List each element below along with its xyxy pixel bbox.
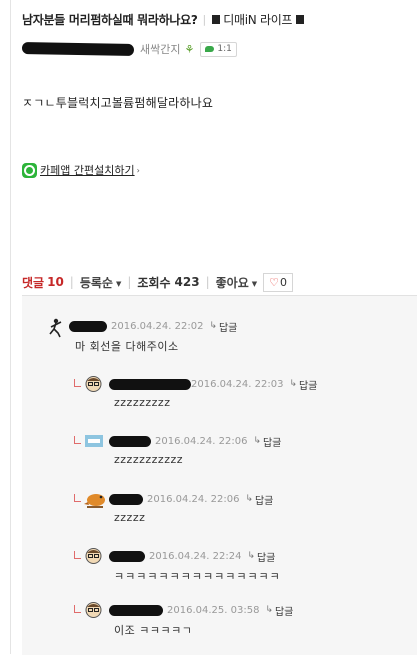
one-to-one-chat-button[interactable]: 1:1 <box>200 41 237 57</box>
comment-text: 마 회선을 다해주이소 <box>75 340 179 353</box>
like-button[interactable]: ♡ 0 <box>263 272 294 292</box>
like-dropdown[interactable]: 좋아요 ▼ <box>216 274 258 291</box>
chat-badge-label: 1:1 <box>217 44 232 54</box>
comment-text: ㅋㅋㅋㅋㅋㅋㅋㅋㅋㅋㅋㅋㅋㅋㅋ <box>114 570 281 583</box>
like-count: 0 <box>280 275 288 289</box>
reply-button[interactable]: 답글 <box>255 492 273 507</box>
comment-date: 2016.04.24. 22:02 <box>111 320 204 332</box>
reply-item: 2016.04.24. 22:06 ↳ 답글 zzzzz <box>74 491 404 531</box>
post-title: 남자분들 머리펌하실때 뭐라하나요? <box>22 12 198 27</box>
comment-text: 이조 ㅋㅋㅋㅋㄱ <box>114 624 193 637</box>
commenter-name-redacted[interactable] <box>69 320 107 332</box>
commenter-name-redacted[interactable] <box>109 435 151 447</box>
post-body: ㅈㄱㄴ투블럭치고볼륨펌해달라하나요 <box>22 96 214 110</box>
sort-dropdown[interactable]: 등록순 ▼ <box>80 274 122 291</box>
reply-button[interactable]: 답글 <box>275 603 293 618</box>
comment-count: 10 <box>47 275 64 289</box>
reply-button[interactable]: 답글 <box>263 434 281 449</box>
views-count: 423 <box>174 275 200 289</box>
caret-down-icon: ▼ <box>115 279 122 288</box>
commenter-name-redacted[interactable] <box>109 493 143 505</box>
comment-label: 댓글 <box>22 275 45 290</box>
badge-avatar-icon <box>85 435 103 447</box>
reply-item: 2016.04.25. 03:58 ↳ 답글 이조 ㅋㅋㅋㅋㄱ <box>74 602 404 642</box>
reply-indent-icon <box>74 551 81 559</box>
comment-date: 2016.04.24. 22:06 <box>147 493 240 505</box>
chat-bubble-icon <box>205 46 215 52</box>
views-label: 조회수 <box>137 275 171 290</box>
cafe-app-icon <box>22 162 37 178</box>
face-glasses-avatar-icon <box>85 376 102 392</box>
post-header: 남자분들 머리펌하실때 뭐라하나요? | 디매iN 라이프 <box>22 10 413 28</box>
comment-toolbar: 댓글 10 | 등록순 ▼ | 조회수 423 | 좋아요 ▼ ♡ 0 <box>22 272 294 292</box>
comment-text: zzzzz <box>114 511 146 524</box>
comment-date: 2016.04.24. 22:24 <box>149 550 242 562</box>
reply-item: 2016.04.24. 22:24 ↳ 답글 ㅋㅋㅋㅋㅋㅋㅋㅋㅋㅋㅋㅋㅋㅋㅋ <box>74 548 404 588</box>
author-name-redacted[interactable] <box>21 42 135 56</box>
comment-date: 2016.04.25. 03:58 <box>167 604 260 616</box>
reply-arrow-icon: ↳ <box>247 551 255 561</box>
stick-figure-avatar-icon <box>49 318 62 338</box>
reply-indent-icon <box>74 494 81 502</box>
category-square-icon <box>212 14 221 24</box>
reply-button[interactable]: 답글 <box>219 319 237 334</box>
sprout-level-icon: ⚘ <box>184 42 195 56</box>
reply-arrow-icon: ↳ <box>209 321 217 331</box>
reply-item: 2016.04.24. 22:06 ↳ 답글 zzzzzzzzzzz <box>74 433 404 473</box>
commenter-name-redacted[interactable] <box>109 604 163 616</box>
board-category-link[interactable]: 디매iN 라이프 <box>223 11 292 28</box>
comment-item: 2016.04.24. 22:02 ↳ 답글 마 회선을 다해주이소 <box>47 318 407 358</box>
bird-avatar-icon <box>84 494 105 508</box>
comments-list: 2016.04.24. 22:02 ↳ 답글 마 회선을 다해주이소 2016.… <box>22 295 417 655</box>
header-separator: | <box>202 12 207 26</box>
comment-text: zzzzzzzzz <box>114 396 171 409</box>
author-row: 새싹간지 ⚘ 1:1 <box>21 41 237 57</box>
author-level: 새싹간지 <box>140 43 181 56</box>
cafe-app-link-text: 카페앱 간편설치하기 <box>40 164 135 177</box>
reply-indent-icon <box>74 379 81 387</box>
category-square-icon <box>296 14 305 24</box>
reply-button[interactable]: 답글 <box>299 377 317 392</box>
like-label: 좋아요 <box>215 275 249 290</box>
reply-arrow-icon: ↳ <box>289 379 297 389</box>
reply-arrow-icon: ↳ <box>265 605 273 615</box>
cafe-app-install-link[interactable]: 카페앱 간편설치하기 › <box>22 162 140 178</box>
face-glasses-avatar-icon <box>85 602 102 618</box>
caret-down-icon: ▼ <box>251 279 258 288</box>
comment-text: zzzzzzzzzzz <box>114 453 184 466</box>
reply-arrow-icon: ↳ <box>253 436 261 446</box>
comment-date: 2016.04.24. 22:06 <box>155 435 248 447</box>
reply-item: 2016.04.24. 22:03 ↳ 답글 zzzzzzzzz <box>74 376 404 416</box>
reply-arrow-icon: ↳ <box>245 494 253 504</box>
reply-button[interactable]: 답글 <box>257 549 275 564</box>
reply-indent-icon <box>74 436 81 444</box>
chevron-right-icon: › <box>136 165 140 175</box>
comment-date: 2016.04.24. 22:03 <box>191 378 284 390</box>
commenter-name-redacted[interactable] <box>109 378 191 390</box>
heart-icon: ♡ <box>269 275 280 289</box>
face-glasses-avatar-icon <box>85 548 102 564</box>
reply-indent-icon <box>74 605 81 613</box>
sort-label: 등록순 <box>79 275 113 290</box>
commenter-name-redacted[interactable] <box>109 550 145 562</box>
content-left-border <box>10 0 11 654</box>
